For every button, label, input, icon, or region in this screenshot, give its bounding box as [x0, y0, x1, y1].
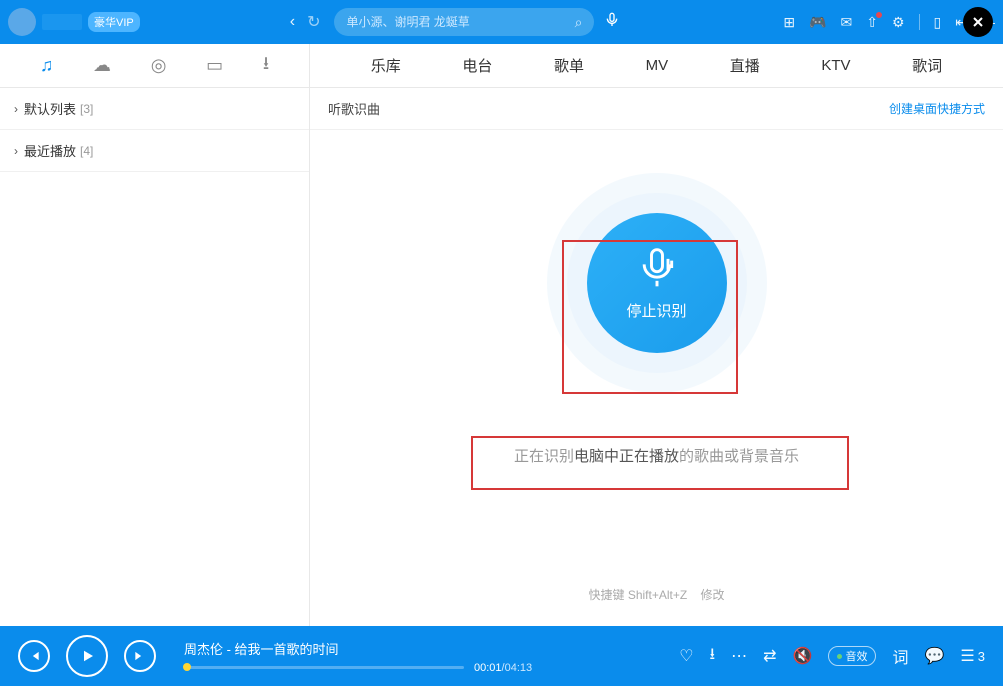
mic-ripple: 停止识别: [547, 173, 767, 393]
recognition-status-text: 正在识别电脑中正在播放的歌曲或背景音乐: [514, 445, 799, 466]
tab-download-icon[interactable]: ⭳: [263, 51, 269, 81]
divider: [919, 14, 920, 30]
player-bar: 周杰伦 - 给我一首歌的时间 00:01/04:13 ♡ ⭳ ⋯ ⇄ 🔇 音效 …: [0, 626, 1003, 686]
next-track-button[interactable]: [124, 640, 156, 672]
sub-header: ♫ ☁ ◎ ▭ ⭳ 乐库 电台 歌单 MV 直播 KTV 歌词: [0, 44, 1003, 88]
close-button[interactable]: [963, 7, 993, 37]
chevron-right-icon: ›: [14, 102, 18, 116]
prev-track-button[interactable]: [18, 640, 50, 672]
lyrics-button[interactable]: 词: [892, 644, 908, 668]
vip-badge[interactable]: 豪华VIP: [88, 12, 140, 32]
tab-lyrics[interactable]: 歌词: [912, 55, 942, 76]
tab-playlist[interactable]: 歌单: [554, 55, 584, 76]
voice-search-icon[interactable]: [604, 12, 620, 33]
game-icon[interactable]: 🎮: [809, 14, 826, 31]
play-button[interactable]: [66, 635, 108, 677]
sidebar-item-count: [4]: [80, 144, 93, 158]
search-box[interactable]: ⌕: [334, 8, 594, 36]
refresh-icon[interactable]: ↻: [307, 12, 320, 32]
mail-icon[interactable]: ✉: [841, 14, 853, 31]
favorite-icon[interactable]: ♡: [679, 646, 693, 666]
sidebar-item-label: 默认列表: [24, 99, 76, 118]
download-icon[interactable]: ⭳: [710, 643, 716, 670]
avatar[interactable]: [8, 8, 36, 36]
chevron-right-icon: ›: [14, 144, 18, 158]
shuffle-icon[interactable]: ⇄: [763, 646, 776, 666]
tab-ktv[interactable]: KTV: [821, 57, 850, 74]
username-placeholder[interactable]: [42, 14, 82, 30]
volume-icon[interactable]: 🔇: [793, 646, 813, 666]
main-content: 听歌识曲 创建桌面快捷方式 停止识别 正在识别电脑中正在播放的歌曲或背景音乐: [310, 88, 1003, 626]
page-title: 听歌识曲: [328, 99, 380, 118]
sidebar-item-label: 最近播放: [24, 141, 76, 160]
progress-bar[interactable]: [184, 666, 464, 669]
microphone-icon: [635, 246, 679, 290]
track-title: 周杰伦 - 给我一首歌的时间: [184, 639, 659, 658]
search-input[interactable]: [346, 15, 574, 29]
sound-effect-button[interactable]: 音效: [828, 646, 876, 666]
sidebar-item-default-list[interactable]: › 默认列表 [3]: [0, 88, 309, 130]
mic-button-label: 停止识别: [626, 300, 686, 321]
nav-back-icon[interactable]: ‹: [290, 13, 295, 31]
gift-icon[interactable]: ⇧: [866, 14, 878, 31]
comment-icon[interactable]: 💬: [925, 646, 945, 666]
tab-cloud-icon[interactable]: ☁: [93, 55, 111, 76]
sidebar-item-count: [3]: [80, 102, 93, 116]
shortcut-hint: 快捷键 Shift+Alt+Z 修改: [588, 586, 724, 603]
app-header: 豪华VIP ‹ ↻ ⌕ ⊞ 🎮 ✉ ⇧ ⚙ ▯ ⇤ —: [0, 0, 1003, 44]
queue-button[interactable]: ☰3: [960, 646, 985, 666]
modify-shortcut-link[interactable]: 修改: [701, 588, 725, 602]
tab-music-icon[interactable]: ♫: [40, 55, 54, 76]
tab-device-icon[interactable]: ▭: [206, 55, 223, 76]
search-icon[interactable]: ⌕: [575, 14, 583, 31]
sidebar-item-recent[interactable]: › 最近播放 [4]: [0, 130, 309, 172]
tab-radio[interactable]: 电台: [462, 55, 492, 76]
time-display: 00:01/04:13: [474, 662, 532, 674]
tab-library[interactable]: 乐库: [371, 55, 401, 76]
progress-fill: [184, 666, 187, 669]
stop-recognition-button[interactable]: 停止识别: [587, 213, 727, 353]
phone-icon[interactable]: ▯: [934, 14, 942, 31]
sidebar: › 默认列表 [3] › 最近播放 [4]: [0, 88, 310, 626]
more-icon[interactable]: ⋯: [731, 646, 747, 666]
tab-mv[interactable]: MV: [646, 57, 669, 74]
tab-live[interactable]: 直播: [730, 55, 760, 76]
apps-icon[interactable]: ⊞: [783, 14, 795, 31]
settings-icon[interactable]: ⚙: [892, 14, 905, 31]
create-desktop-shortcut-link[interactable]: 创建桌面快捷方式: [889, 100, 985, 117]
tab-radio-icon[interactable]: ◎: [151, 55, 167, 76]
